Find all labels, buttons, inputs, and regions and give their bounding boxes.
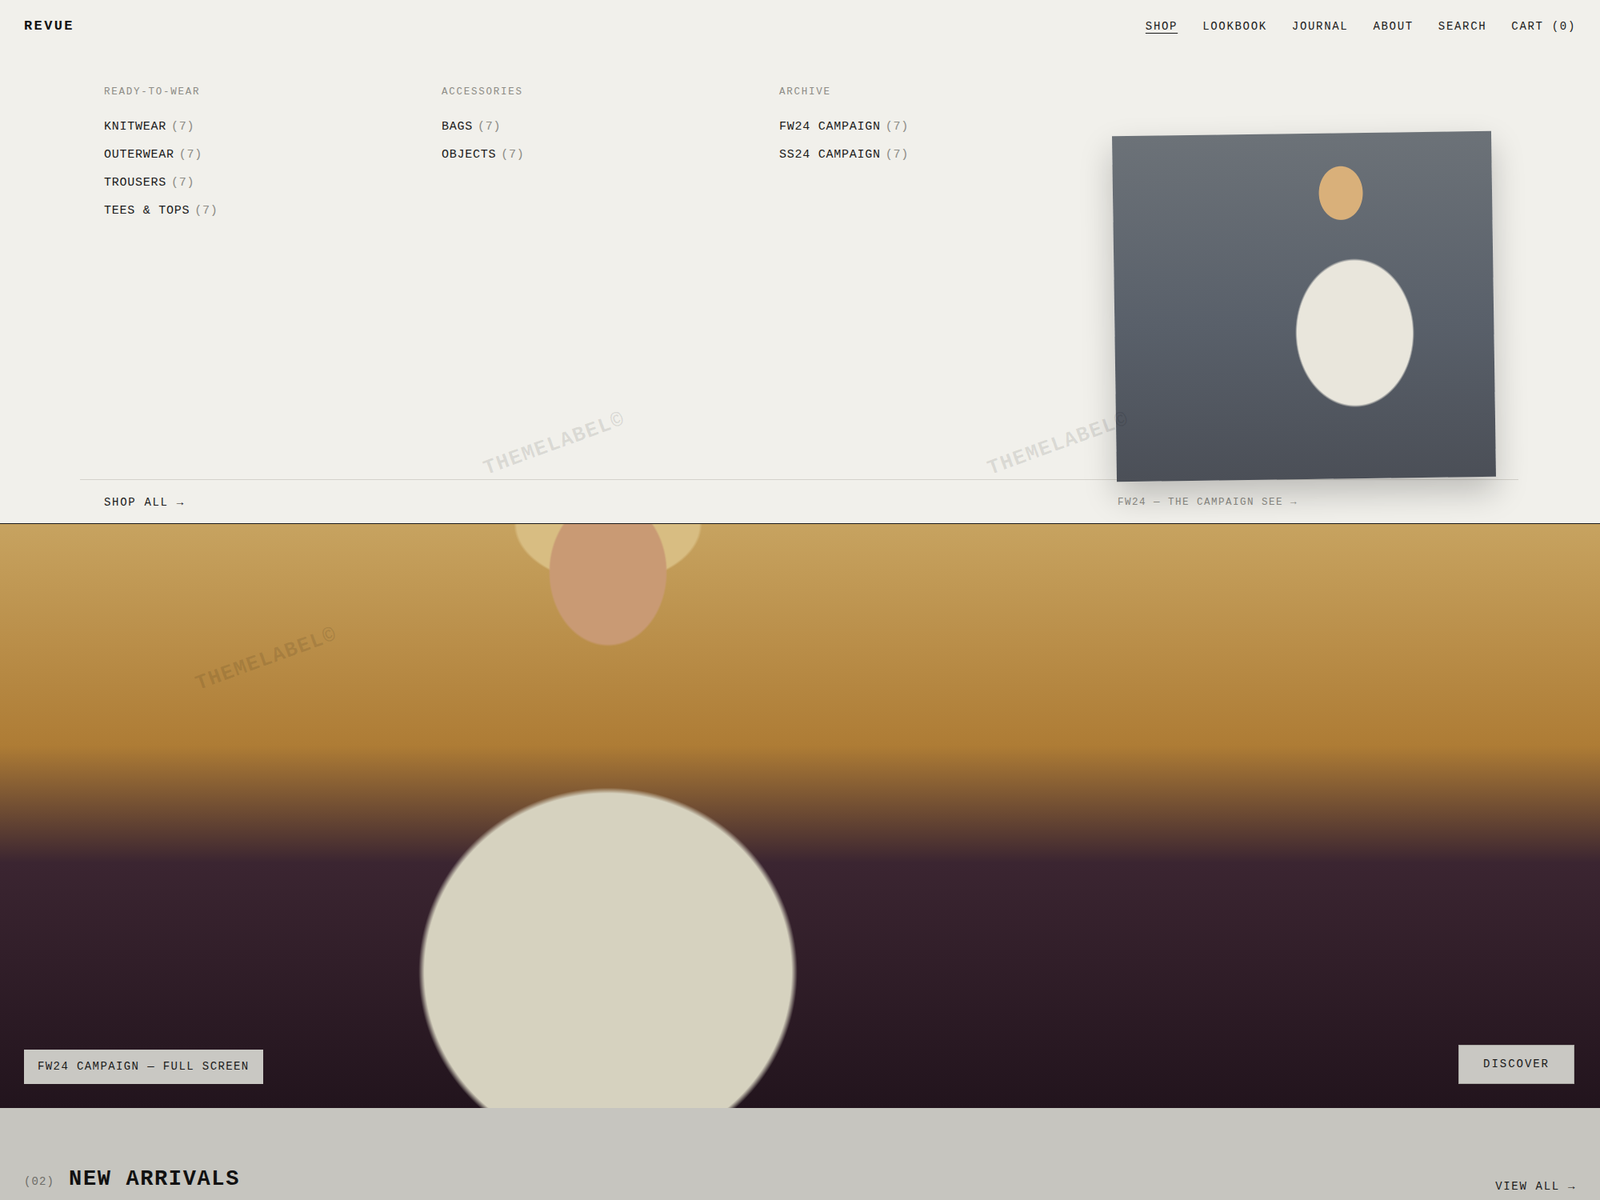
nav-link[interactable]: CART (0) (1511, 18, 1576, 36)
view-all-link[interactable]: VIEW ALL → (1495, 1178, 1576, 1196)
item-count: (7) (171, 176, 195, 190)
discover-button[interactable]: DISCOVER (1458, 1044, 1575, 1084)
item-label[interactable]: SS24 CAMPAIGN (779, 148, 881, 162)
item-label[interactable]: OUTERWEAR (104, 148, 175, 162)
section-index: (02) (24, 1173, 55, 1191)
item-count: (7) (477, 120, 501, 134)
watermark: THEMELABEL© (479, 404, 630, 484)
site-header: REVUE SHOP LOOKBOOK JOURNAL ABOUT SEARCH CART … (0, 0, 1600, 53)
section-title-group: (02) NEW ARRIVALS (24, 1163, 240, 1196)
menu-item[interactable]: BAGS (7) (441, 119, 780, 136)
menu-item[interactable]: OBJECTS (7) (441, 147, 780, 164)
watermark: THEMELABEL© (983, 404, 1134, 484)
item-count: (7) (179, 148, 203, 162)
column-heading: ACCESSORIES (441, 84, 780, 100)
menu-item[interactable]: KNITWEAR (7) (104, 119, 442, 136)
campaign-photo[interactable] (1112, 131, 1496, 483)
menu-columns: READY-TO-WEARKNITWEAR(7)OUTERWEAR(7)TROU… (0, 52, 1600, 480)
item-label[interactable]: TEES & TOPS (104, 204, 190, 218)
hero-photo: FW24 CAMPAIGN — FULL SCREEN DISCOVER THEME… (0, 524, 1600, 1108)
menu-item[interactable]: TEES & TOPS (7) (104, 203, 442, 220)
column-heading: READY-TO-WEAR (104, 84, 442, 100)
nav-link[interactable]: ABOUT (1372, 18, 1413, 36)
menu-divider (80, 479, 1519, 480)
nav-link[interactable]: SHOP (1145, 18, 1178, 36)
item-label[interactable]: BAGS (441, 120, 473, 134)
feature-caption[interactable]: FW24 — THE CAMPAIGN SEE → (1114, 495, 1600, 511)
nav-link[interactable]: SEARCH (1438, 18, 1488, 36)
item-count: (7) (885, 148, 909, 162)
section-title: NEW ARRIVALS (68, 1163, 240, 1196)
new-arrivals-header: (02) NEW ARRIVALS VIEW ALL → (0, 1108, 1600, 1200)
item-label[interactable]: FW24 CAMPAIGN (779, 120, 881, 134)
item-count: (7) (500, 148, 524, 162)
watermark: THEMELABEL© (191, 619, 342, 700)
logo[interactable]: REVUE (24, 16, 75, 37)
item-label[interactable]: KNITWEAR (104, 120, 167, 134)
hero-label: FW24 CAMPAIGN — FULL SCREEN (24, 1049, 264, 1084)
item-label[interactable]: OBJECTS (441, 148, 496, 162)
menu-column: READY-TO-WEARKNITWEAR(7)OUTERWEAR(7)TROU… (104, 84, 442, 511)
nav-link[interactable]: LOOKBOOK (1202, 18, 1268, 36)
menu-item[interactable]: SS24 CAMPAIGN (7) (779, 147, 1115, 164)
item-count: (7) (194, 204, 218, 218)
menu-item[interactable]: TROUSERS (7) (104, 175, 442, 192)
menu-item[interactable]: OUTERWEAR (7) (104, 147, 442, 164)
mega-menu: READY-TO-WEARKNITWEAR(7)OUTERWEAR(7)TROU… (0, 52, 1600, 524)
feature-card[interactable]: FW24 — THE CAMPAIGN SEE → (1114, 84, 1600, 511)
column-heading: ARCHIVE (779, 84, 1115, 100)
shop-all-link[interactable]: SHOP ALL → (0, 480, 1600, 512)
nav-link[interactable]: JOURNAL (1292, 18, 1349, 36)
menu-column: ACCESSORIES BAGS (7) OBJECTS (7) (441, 84, 780, 511)
main-nav: SHOP LOOKBOOK JOURNAL ABOUT SEARCH CART (0) (1145, 18, 1576, 36)
menu-column: ARCHIVE FW24 CAMPAIGN (7) SS24 CAMPAIGN (7) (779, 84, 1115, 511)
item-count: (7) (171, 120, 195, 134)
menu-item[interactable]: FW24 CAMPAIGN (7) (779, 119, 1115, 136)
item-label[interactable]: TROUSERS (104, 176, 167, 190)
item-count: (7) (885, 120, 909, 134)
